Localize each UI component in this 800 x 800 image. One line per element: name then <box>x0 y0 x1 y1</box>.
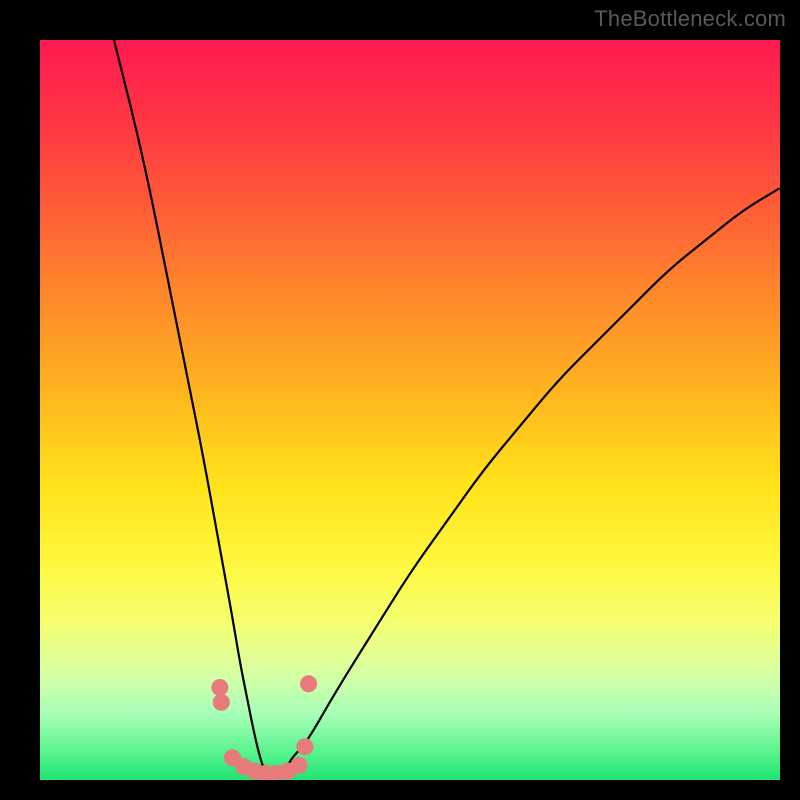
marker-dots-group <box>211 675 317 780</box>
marker-dot <box>300 675 317 692</box>
marker-dot <box>291 757 308 774</box>
marker-dot <box>246 763 263 780</box>
marker-dot <box>224 749 241 766</box>
chart-frame: TheBottleneck.com <box>0 0 800 800</box>
marker-dot <box>279 763 296 780</box>
marker-dot <box>235 758 252 775</box>
marker-dot <box>257 765 274 780</box>
marker-dot <box>213 694 230 711</box>
bottleneck-curve-svg <box>40 40 780 780</box>
marker-dot <box>268 765 285 780</box>
watermark-text: TheBottleneck.com <box>594 6 786 32</box>
plot-area <box>40 40 780 780</box>
bottleneck-curve-path <box>114 40 780 780</box>
marker-dot <box>211 679 228 696</box>
marker-dot <box>296 738 313 755</box>
